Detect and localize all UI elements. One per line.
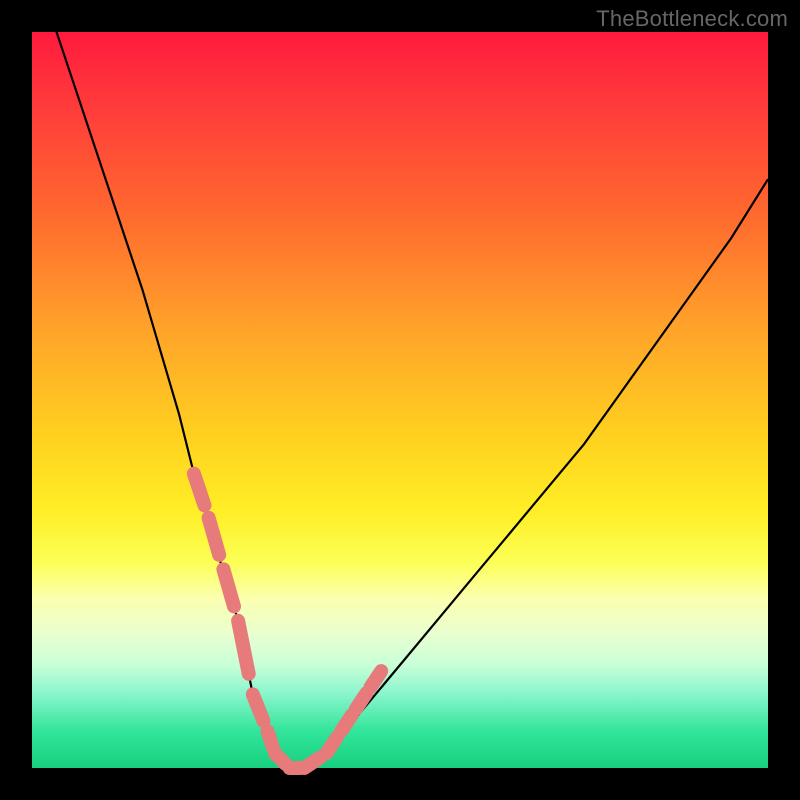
marker-segment xyxy=(371,671,382,687)
marker-segment xyxy=(356,693,367,709)
marker-band xyxy=(194,474,381,768)
marker-segment xyxy=(223,569,234,606)
plot-area xyxy=(32,32,768,768)
marker-segment xyxy=(304,757,320,768)
marker-segment xyxy=(275,753,286,764)
marker-segment xyxy=(238,621,249,674)
marker-segment xyxy=(209,518,220,555)
marker-segment xyxy=(194,474,205,506)
marker-segment xyxy=(341,715,352,731)
marker-segment xyxy=(326,737,337,753)
bottleneck-curve xyxy=(32,0,768,768)
curve-layer xyxy=(32,32,768,768)
watermark-text: TheBottleneck.com xyxy=(596,6,788,32)
chart-frame: TheBottleneck.com xyxy=(0,0,800,800)
marker-segment xyxy=(268,731,273,747)
marker-segment xyxy=(253,694,264,721)
